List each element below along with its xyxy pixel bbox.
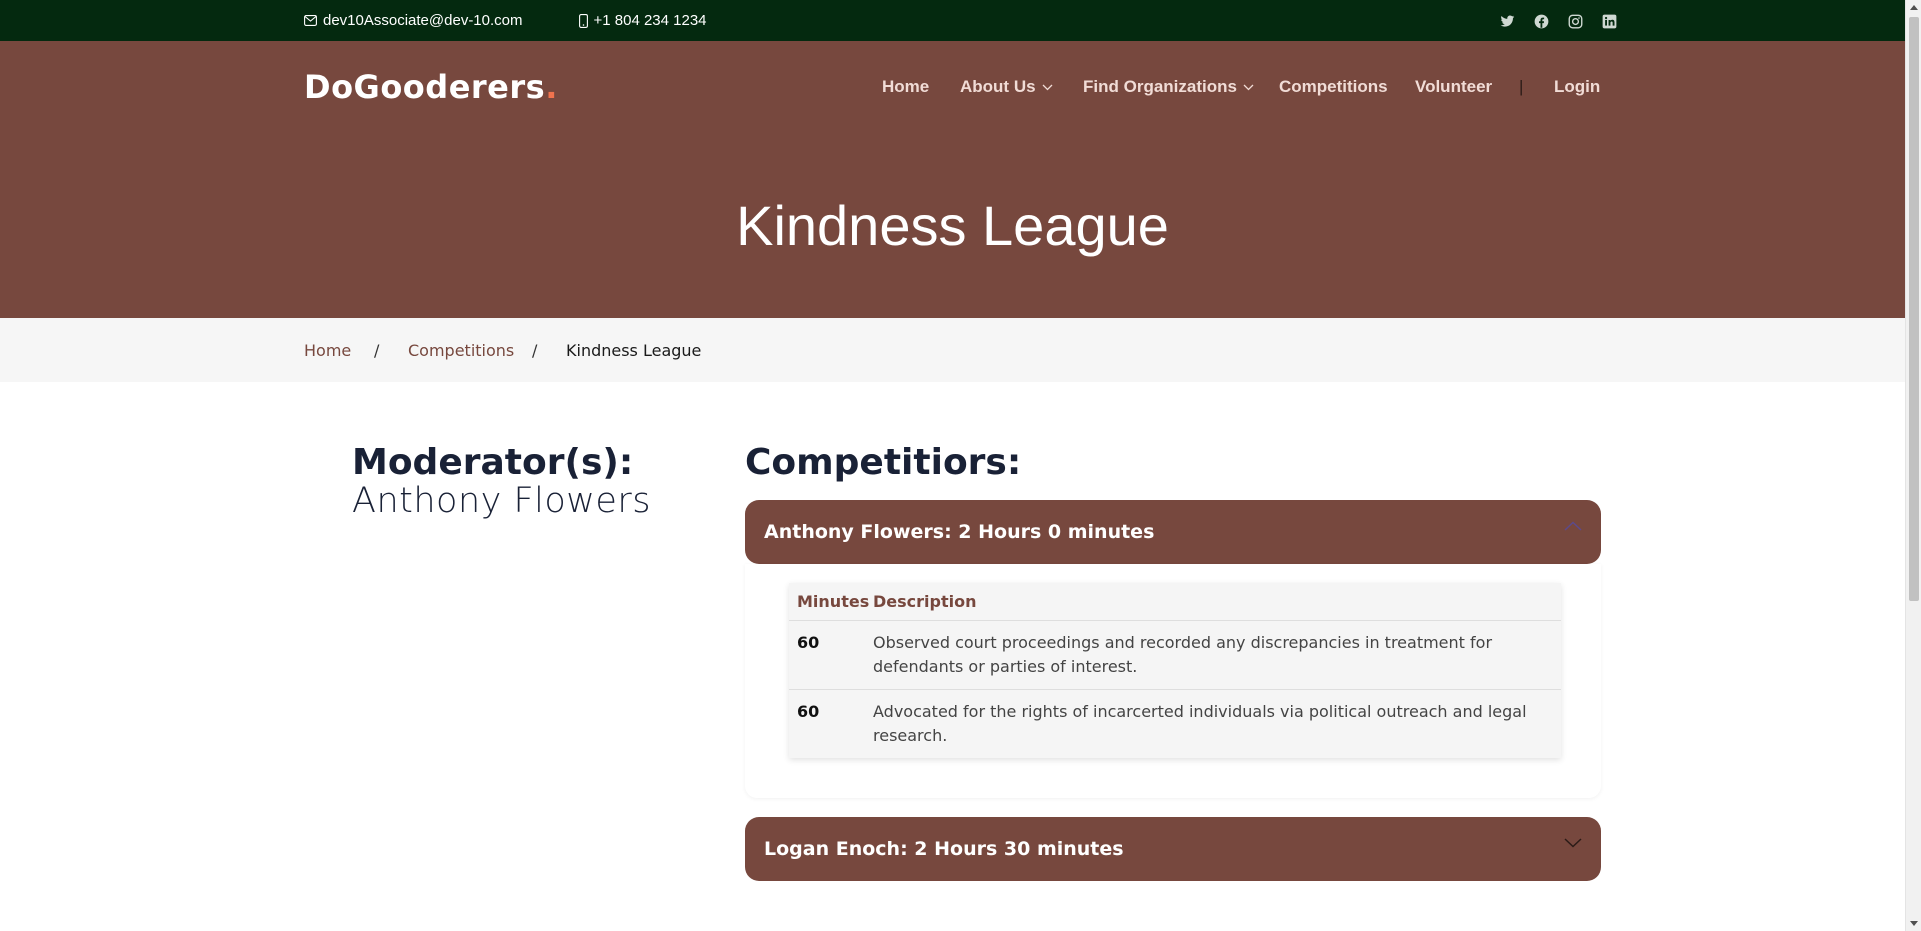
chevron-down-icon bbox=[1243, 84, 1254, 91]
instagram-icon[interactable] bbox=[1566, 12, 1584, 30]
moderators-heading: Moderator(s): bbox=[352, 442, 634, 483]
brand-name: DoGooderers bbox=[304, 68, 546, 106]
competitor-title: Anthony Flowers: 2 Hours 0 minutes bbox=[764, 521, 1155, 543]
email-contact[interactable]: dev10Associate@dev-10.com bbox=[304, 12, 551, 29]
envelope-icon bbox=[304, 15, 317, 26]
chevron-up-icon bbox=[1563, 520, 1583, 532]
competitor-title: Logan Enoch: 2 Hours 30 minutes bbox=[764, 838, 1124, 860]
table-row: 60 Observed court proceedings and record… bbox=[789, 621, 1561, 690]
nav-competitions[interactable]: Competitions bbox=[1279, 77, 1388, 97]
table-row: 60 Advocated for the rights of incarcert… bbox=[789, 690, 1561, 758]
competitors-heading: Competitiors: bbox=[745, 442, 1022, 483]
nav-login[interactable]: Login bbox=[1554, 77, 1600, 97]
phone-text: +1 804 234 1234 bbox=[593, 12, 707, 29]
breadcrumb: Home / Competitions / Kindness League bbox=[0, 318, 1905, 382]
column-header-description: Description bbox=[873, 592, 977, 611]
brand-dot: . bbox=[545, 68, 558, 106]
table-header: Minutes Description bbox=[789, 583, 1561, 621]
nav-about-label: About Us bbox=[960, 77, 1036, 96]
top-bar: dev10Associate@dev-10.com +1 804 234 123… bbox=[0, 0, 1905, 41]
page-header: DoGooderers. Home About Us Find Organiza… bbox=[0, 41, 1905, 318]
scroll-up-arrow-icon[interactable] bbox=[1910, 5, 1918, 10]
linkedin-icon[interactable] bbox=[1600, 12, 1618, 30]
activity-table: Minutes Description 60 Observed court pr… bbox=[789, 583, 1561, 758]
nav-separator: | bbox=[1519, 77, 1524, 96]
twitter-icon[interactable] bbox=[1498, 12, 1516, 30]
social-links bbox=[1482, 12, 1618, 30]
chevron-down-icon bbox=[1563, 837, 1583, 849]
scrollbar-thumb[interactable] bbox=[1909, 17, 1919, 601]
breadcrumb-separator: / bbox=[532, 341, 538, 360]
competitor-accordion-header[interactable]: Anthony Flowers: 2 Hours 0 minutes bbox=[745, 500, 1601, 564]
phone-icon bbox=[578, 13, 588, 28]
page-title: Kindness League bbox=[736, 194, 1169, 257]
vertical-scrollbar[interactable] bbox=[1905, 0, 1921, 931]
chevron-down-icon bbox=[1042, 84, 1053, 91]
phone-contact[interactable]: +1 804 234 1234 bbox=[578, 12, 735, 29]
moderator-name: Anthony Flowers bbox=[352, 481, 652, 521]
nav-find-label: Find Organizations bbox=[1083, 77, 1237, 96]
competitor-accordion-header[interactable]: Logan Enoch: 2 Hours 30 minutes bbox=[745, 817, 1601, 881]
breadcrumb-competitions[interactable]: Competitions bbox=[408, 341, 514, 360]
breadcrumb-home[interactable]: Home bbox=[304, 341, 351, 360]
cell-description: Advocated for the rights of incarcerted … bbox=[873, 702, 1527, 745]
breadcrumb-current: Kindness League bbox=[566, 341, 702, 360]
nav-volunteer[interactable]: Volunteer bbox=[1415, 77, 1492, 97]
nav-about-us[interactable]: About Us bbox=[960, 77, 1053, 97]
column-header-minutes: Minutes bbox=[797, 592, 870, 611]
facebook-icon[interactable] bbox=[1532, 12, 1550, 30]
site-logo[interactable]: DoGooderers. bbox=[304, 68, 558, 106]
nav-home[interactable]: Home bbox=[882, 77, 929, 97]
cell-minutes: 60 bbox=[797, 702, 820, 721]
breadcrumb-separator: / bbox=[374, 341, 380, 360]
cell-minutes: 60 bbox=[797, 633, 820, 652]
contact-info: dev10Associate@dev-10.com +1 804 234 123… bbox=[304, 12, 763, 29]
nav-find-organizations[interactable]: Find Organizations bbox=[1083, 77, 1254, 97]
competitor-accordion-body: Minutes Description 60 Observed court pr… bbox=[745, 564, 1601, 798]
scroll-down-arrow-icon[interactable] bbox=[1910, 921, 1918, 926]
email-text: dev10Associate@dev-10.com bbox=[323, 12, 523, 29]
cell-description: Observed court proceedings and recorded … bbox=[873, 633, 1493, 676]
